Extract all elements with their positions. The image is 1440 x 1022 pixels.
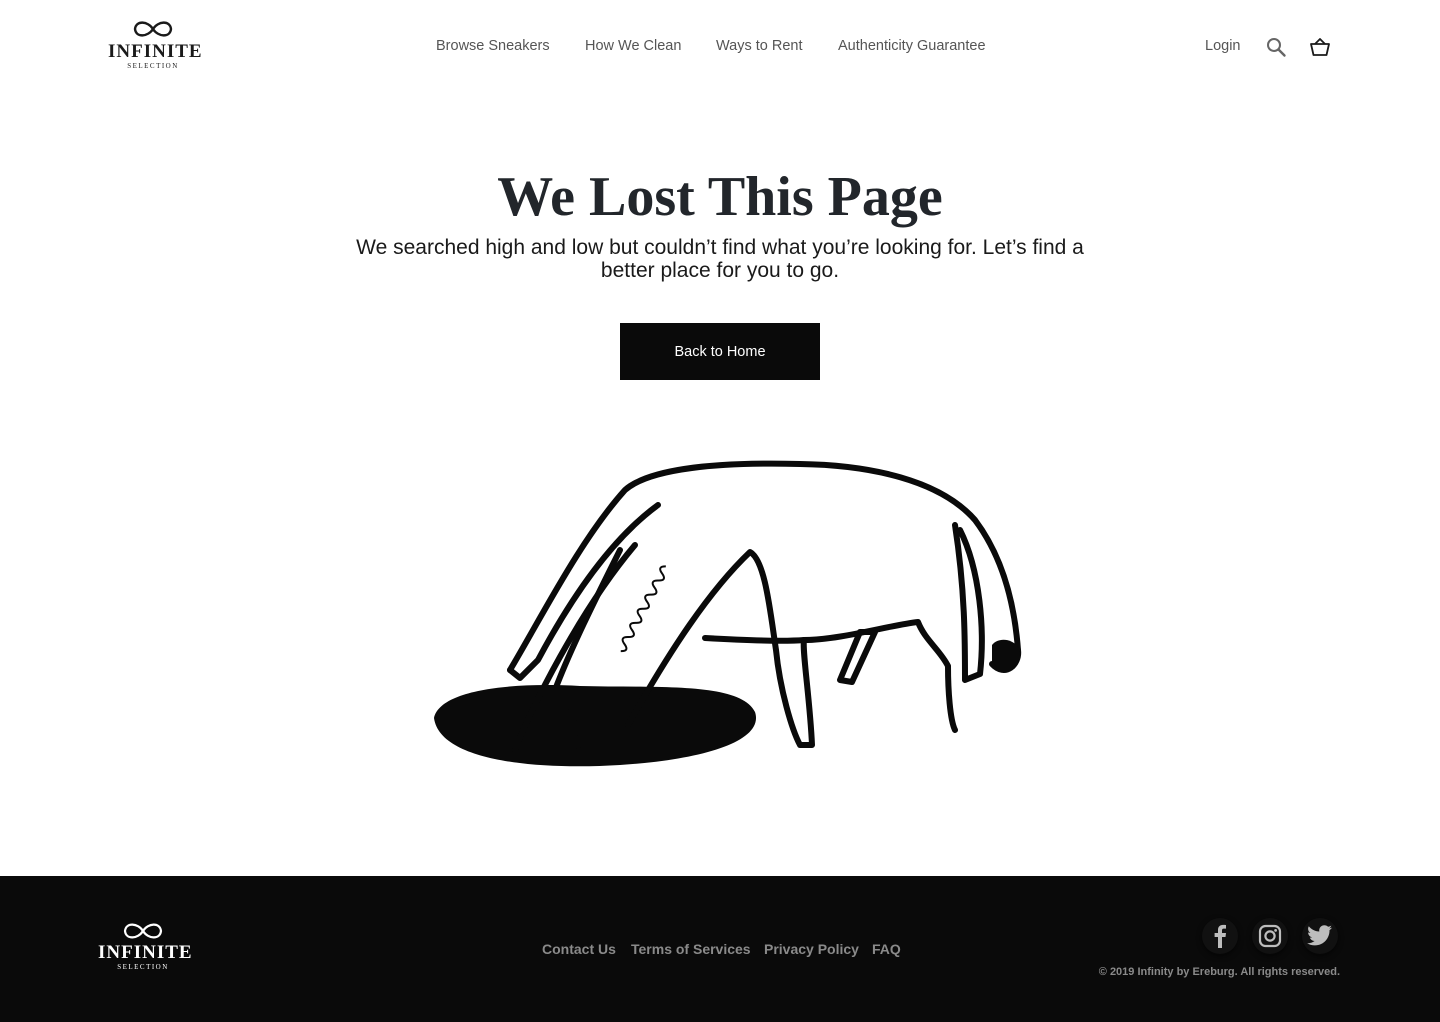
infinity-logo-icon xyxy=(133,21,173,37)
site-header: INFINITE SELECTION Browse Sneakers How W… xyxy=(0,0,1440,96)
page-subtitle: We searched high and low but couldn’t fi… xyxy=(356,236,1084,282)
instagram-icon[interactable] xyxy=(1252,918,1288,954)
footer-link-privacy[interactable]: Privacy Policy xyxy=(764,941,859,957)
basket-icon[interactable] xyxy=(1309,36,1331,58)
nav-ways-to-rent[interactable]: Ways to Rent xyxy=(716,38,803,54)
back-to-home-button[interactable]: Back to Home xyxy=(620,323,820,380)
facebook-icon[interactable] xyxy=(1202,918,1238,954)
footer-link-terms[interactable]: Terms of Services xyxy=(631,941,751,957)
sneaker-in-hole-illustration xyxy=(434,460,1022,767)
footer-link-faq[interactable]: FAQ xyxy=(872,941,901,957)
nav-how-we-clean[interactable]: How We Clean xyxy=(585,38,681,54)
nav-browse-sneakers[interactable]: Browse Sneakers xyxy=(436,38,550,54)
nav-authenticity-guarantee[interactable]: Authenticity Guarantee xyxy=(838,38,986,54)
copyright-text: © 2019 Infinity by Ereburg. All rights r… xyxy=(1098,966,1340,978)
logo-subline: SELECTION xyxy=(127,62,179,70)
twitter-icon[interactable] xyxy=(1302,918,1338,954)
login-link[interactable]: Login xyxy=(1205,38,1240,54)
footer-logo-subline: SELECTION xyxy=(117,963,169,971)
site-footer: INFINITE SELECTION Contact Us Terms of S… xyxy=(0,876,1440,1022)
page-title: We Lost This Page xyxy=(497,166,943,228)
search-icon[interactable] xyxy=(1265,36,1287,58)
footer-link-contact[interactable]: Contact Us xyxy=(542,941,616,957)
infinity-logo-icon xyxy=(123,923,163,939)
